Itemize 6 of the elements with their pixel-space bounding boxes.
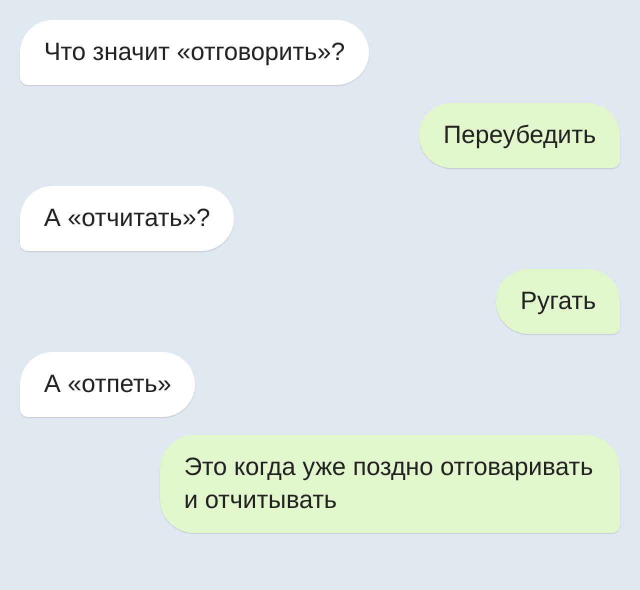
message-bubble: Это когда уже поздно отговаривать и отчитывать <box>160 435 620 533</box>
message-bubble: А «отчитать»? <box>20 186 234 251</box>
message-bubble: Переубедить <box>419 103 620 168</box>
message-bubble: Что значит «отговорить»? <box>20 20 369 85</box>
message-bubble: Ругать <box>496 269 620 334</box>
message-bubble: А «отпеть» <box>20 352 196 417</box>
